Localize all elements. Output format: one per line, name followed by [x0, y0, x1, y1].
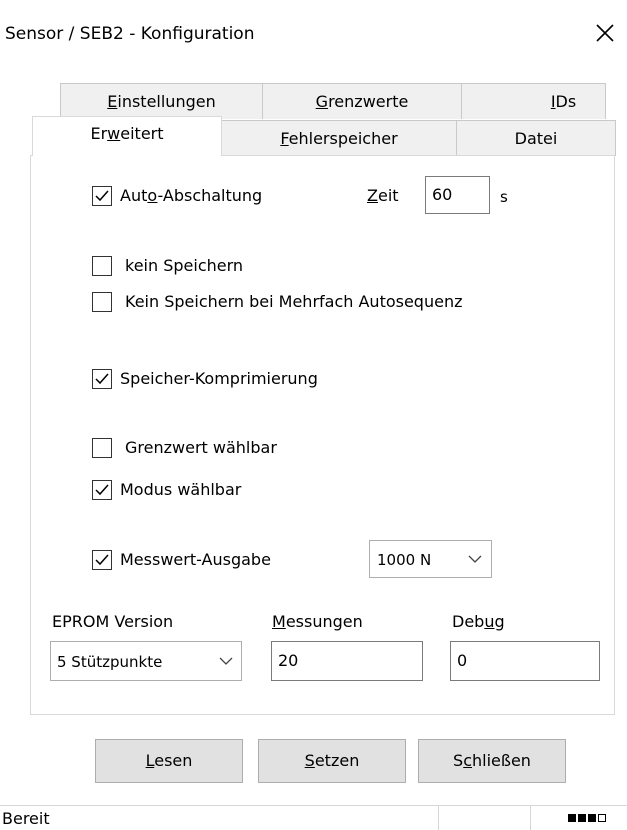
kein-speichern-autosequenz-checkbox[interactable]: [92, 292, 112, 312]
close-icon[interactable]: [594, 22, 616, 44]
speicher-komprimierung-checkbox[interactable]: [92, 369, 112, 389]
chevron-down-icon: [219, 657, 233, 665]
messwert-ausgabe-select[interactable]: 1000 N: [369, 540, 492, 578]
status-bar: Bereit: [0, 805, 627, 830]
messungen-label: Messungen: [272, 612, 363, 631]
status-text: Bereit: [2, 809, 50, 828]
checkmark-icon: [95, 190, 109, 202]
messwert-ausgabe-label: Messwert-Ausgabe: [120, 550, 271, 569]
tab-grenzwerte[interactable]: Grenzwerte: [262, 83, 462, 119]
modus-waehlbar-label: Modus wählbar: [120, 480, 242, 499]
grenzwert-waehlbar-checkbox[interactable]: [92, 438, 112, 458]
tab-ids[interactable]: IDs: [461, 83, 606, 119]
title-bar: Sensor / SEB2 - Konfiguration: [0, 0, 627, 80]
tab-einstellungen[interactable]: Einstellungen: [60, 83, 263, 119]
zeit-label: Zeit: [367, 186, 399, 205]
debug-input[interactable]: 0: [450, 641, 600, 681]
tab-panel: [30, 155, 615, 715]
speicher-komprimierung-label: Speicher-Komprimierung: [120, 369, 318, 388]
status-divider: [438, 806, 439, 830]
zeit-unit: s: [500, 188, 508, 206]
zeit-input[interactable]: 60: [425, 176, 490, 214]
kein-speichern-label: kein Speichern: [125, 256, 244, 275]
status-divider: [530, 806, 531, 830]
eprom-version-select[interactable]: 5 Stützpunkte: [50, 641, 242, 681]
checkmark-icon: [95, 554, 109, 566]
progress-indicator-icon: [568, 814, 606, 822]
messungen-input[interactable]: 20: [271, 641, 423, 681]
schliessen-button[interactable]: Schließen: [418, 739, 566, 783]
debug-label: Debug: [452, 612, 505, 631]
auto-abschaltung-checkbox[interactable]: [92, 186, 112, 206]
eprom-version-label: EPROM Version: [52, 612, 174, 631]
window-title: Sensor / SEB2 - Konfiguration: [5, 24, 255, 44]
modus-waehlbar-checkbox[interactable]: [92, 480, 112, 500]
tab-datei[interactable]: Datei: [456, 120, 616, 156]
kein-speichern-checkbox[interactable]: [92, 256, 112, 276]
tab-erweitert[interactable]: Erweitert: [32, 116, 222, 156]
tab-fehlerspeicher[interactable]: Fehlerspeicher: [221, 120, 457, 156]
setzen-button[interactable]: Setzen: [258, 739, 406, 783]
messwert-ausgabe-checkbox[interactable]: [92, 550, 112, 570]
messwert-ausgabe-value: 1000 N: [377, 551, 432, 569]
lesen-button[interactable]: Lesen: [95, 739, 243, 783]
checkmark-icon: [95, 373, 109, 385]
checkmark-icon: [95, 484, 109, 496]
eprom-version-value: 5 Stützpunkte: [57, 653, 163, 671]
kein-speichern-autosequenz-label: Kein Speichern bei Mehrfach Autosequenz: [125, 292, 463, 311]
chevron-down-icon: [468, 555, 482, 563]
grenzwert-waehlbar-label: Grenzwert wählbar: [125, 438, 277, 457]
auto-abschaltung-label: Auto-Abschaltung: [120, 186, 263, 205]
